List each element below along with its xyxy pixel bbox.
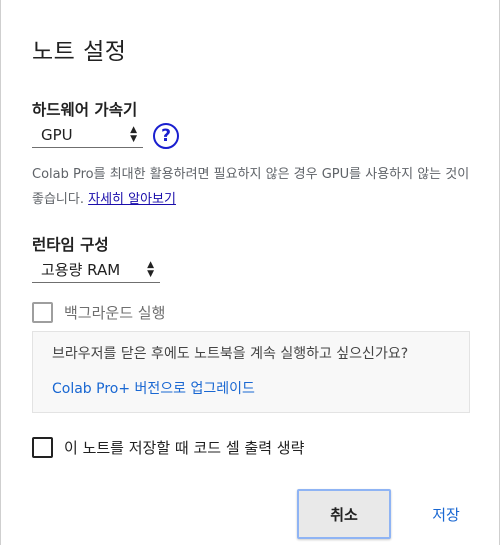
background-execution-checkbox[interactable] <box>32 302 53 323</box>
runtime-shape-value: 고용량 RAM <box>41 261 121 279</box>
select-arrows-icon: ▲ ▼ <box>130 125 137 144</box>
background-execution-label: 백그라운드 실행 <box>64 304 166 322</box>
omit-output-label: 이 노트를 저장할 때 코드 셀 출력 생략 <box>64 439 305 457</box>
runtime-shape-select[interactable]: 고용량 RAM ▲ ▼ <box>32 257 160 283</box>
help-icon[interactable]: ? <box>153 123 179 149</box>
dialog-title: 노트 설정 <box>32 39 127 65</box>
runtime-shape-heading: 런타임 구성 <box>32 236 109 254</box>
upgrade-promo-box: 브라우저를 닫은 후에도 노트북을 계속 실행하고 싶으신가요? Colab P… <box>32 331 470 413</box>
gpu-description: Colab Pro를 최대한 활용하려면 필요하지 않은 경우 GPU를 사용하… <box>32 162 472 212</box>
cancel-button[interactable]: 취소 <box>297 489 391 539</box>
notebook-settings-dialog: 노트 설정 하드웨어 가속기 GPU ▲ ▼ ? Colab Pro를 최대한 활… <box>0 0 500 545</box>
save-button[interactable]: 저장 <box>416 501 476 527</box>
upgrade-promo-text: 브라우저를 닫은 후에도 노트북을 계속 실행하고 싶으신가요? <box>52 346 409 362</box>
learn-more-link[interactable]: 자세히 알아보기 <box>88 192 176 207</box>
hardware-accelerator-heading: 하드웨어 가속기 <box>32 101 138 119</box>
omit-output-row[interactable]: 이 노트를 저장할 때 코드 셀 출력 생략 <box>32 437 304 458</box>
hardware-accelerator-select[interactable]: GPU ▲ ▼ <box>32 122 143 148</box>
select-arrows-icon: ▲ ▼ <box>147 260 154 279</box>
background-execution-row[interactable]: 백그라운드 실행 <box>32 302 165 323</box>
hardware-accelerator-value: GPU <box>41 125 73 144</box>
omit-output-checkbox[interactable] <box>32 437 53 458</box>
upgrade-link[interactable]: Colab Pro+ 버전으로 업그레이드 <box>52 378 255 398</box>
